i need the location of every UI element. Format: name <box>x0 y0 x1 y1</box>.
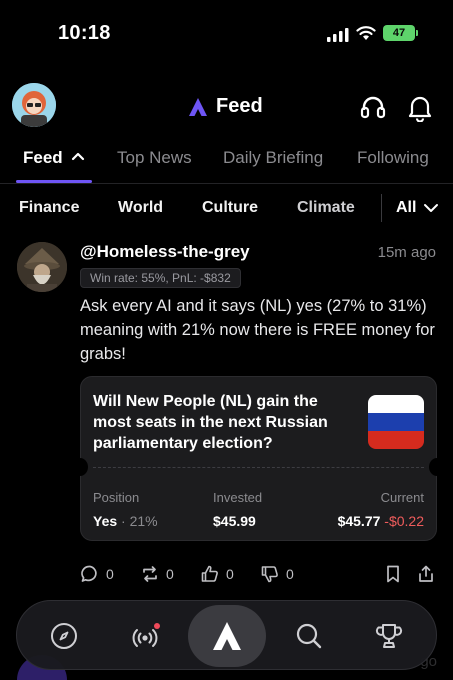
position-value: Yes · 21% <box>93 513 158 529</box>
category-divider <box>381 194 382 222</box>
wifi-icon <box>356 26 376 40</box>
author-stats-badge: Win rate: 55%, PnL: -$832 <box>80 268 241 288</box>
current-change: -$0.22 <box>384 513 424 529</box>
category-filters: Finance World Culture Climate <box>0 199 453 221</box>
cellular-signal-icon <box>327 28 349 42</box>
dislike-count: 0 <box>286 566 294 582</box>
like-button[interactable]: 0 <box>200 564 234 584</box>
live-indicator-dot <box>154 623 160 629</box>
current-label: Current <box>380 490 424 505</box>
tab-following[interactable]: Following <box>357 148 429 168</box>
tab-top-news[interactable]: Top News <box>117 148 192 168</box>
comment-icon <box>81 565 97 582</box>
comment-count: 0 <box>106 566 114 582</box>
post-author-avatar[interactable] <box>17 242 67 292</box>
battery-icon: 47 <box>383 25 418 41</box>
position-label: Position <box>93 490 140 505</box>
live-button[interactable] <box>130 621 160 651</box>
repost-button[interactable]: 0 <box>140 564 174 584</box>
market-card[interactable]: Will New People (NL) gain the most seats… <box>72 376 445 541</box>
clock: 10:18 <box>58 22 111 44</box>
category-world[interactable]: World <box>118 199 163 217</box>
search-icon[interactable] <box>294 621 324 651</box>
tab-feed[interactable]: Feed <box>23 148 85 168</box>
home-button[interactable] <box>188 605 266 667</box>
post-author-handle[interactable]: @Homeless-the-grey <box>80 242 250 262</box>
current-value-group: $45.77 -$0.22 <box>338 513 424 529</box>
compass-icon[interactable] <box>49 621 79 651</box>
card-notch-right <box>429 458 445 476</box>
tabs-divider <box>0 183 453 184</box>
share-icon[interactable] <box>416 564 436 584</box>
thumbs-up-icon <box>201 565 218 582</box>
feed-tabs: Feed Top News Daily Briefing Following <box>0 146 453 183</box>
repost-icon <box>143 566 157 582</box>
position-side: Yes <box>93 513 118 529</box>
post-actions: 0 0 0 0 <box>80 564 440 586</box>
author-portrait <box>17 242 67 292</box>
bookmark-icon[interactable] <box>383 564 403 584</box>
avatar-illustration <box>12 83 56 127</box>
like-count: 0 <box>226 566 234 582</box>
bell-icon[interactable] <box>407 94 433 122</box>
russia-flag-icon <box>368 395 424 449</box>
post-timestamp: 15m ago <box>377 244 436 261</box>
market-question: Will New People (NL) gain the most seats… <box>93 393 328 452</box>
card-divider <box>93 467 424 468</box>
position-separator: · <box>121 513 126 529</box>
status-bar: 10:18 47 <box>0 0 453 70</box>
app-logo-icon <box>213 622 241 650</box>
category-climate[interactable]: Climate <box>297 199 355 217</box>
card-notch-left <box>72 458 88 476</box>
tab-feed-label: Feed <box>23 148 63 167</box>
chevron-down-icon <box>424 204 439 212</box>
trophy-icon[interactable] <box>374 621 404 651</box>
invested-label: Invested <box>213 490 263 505</box>
category-all-dropdown[interactable]: All <box>396 199 439 217</box>
post-body: Ask every AI and it says (NL) yes (27% t… <box>80 297 435 363</box>
dislike-button[interactable]: 0 <box>260 564 294 584</box>
invested-value: $45.99 <box>213 513 256 529</box>
headset-icon[interactable] <box>359 94 387 122</box>
app-title: Feed <box>188 95 263 118</box>
app-title-text: Feed <box>216 95 263 117</box>
chevron-up-icon <box>72 152 85 161</box>
app-logo-icon <box>189 97 207 116</box>
thumbs-down-icon <box>261 566 278 583</box>
category-finance[interactable]: Finance <box>19 199 79 217</box>
bottom-nav <box>16 600 437 670</box>
tab-daily-briefing[interactable]: Daily Briefing <box>223 148 323 168</box>
comment-button[interactable]: 0 <box>80 564 114 584</box>
category-culture[interactable]: Culture <box>202 199 258 217</box>
repost-count: 0 <box>166 566 174 582</box>
category-all-label: All <box>396 199 417 216</box>
profile-avatar[interactable] <box>12 83 56 127</box>
current-value: $45.77 <box>337 513 381 529</box>
position-percent: 21% <box>129 513 158 529</box>
